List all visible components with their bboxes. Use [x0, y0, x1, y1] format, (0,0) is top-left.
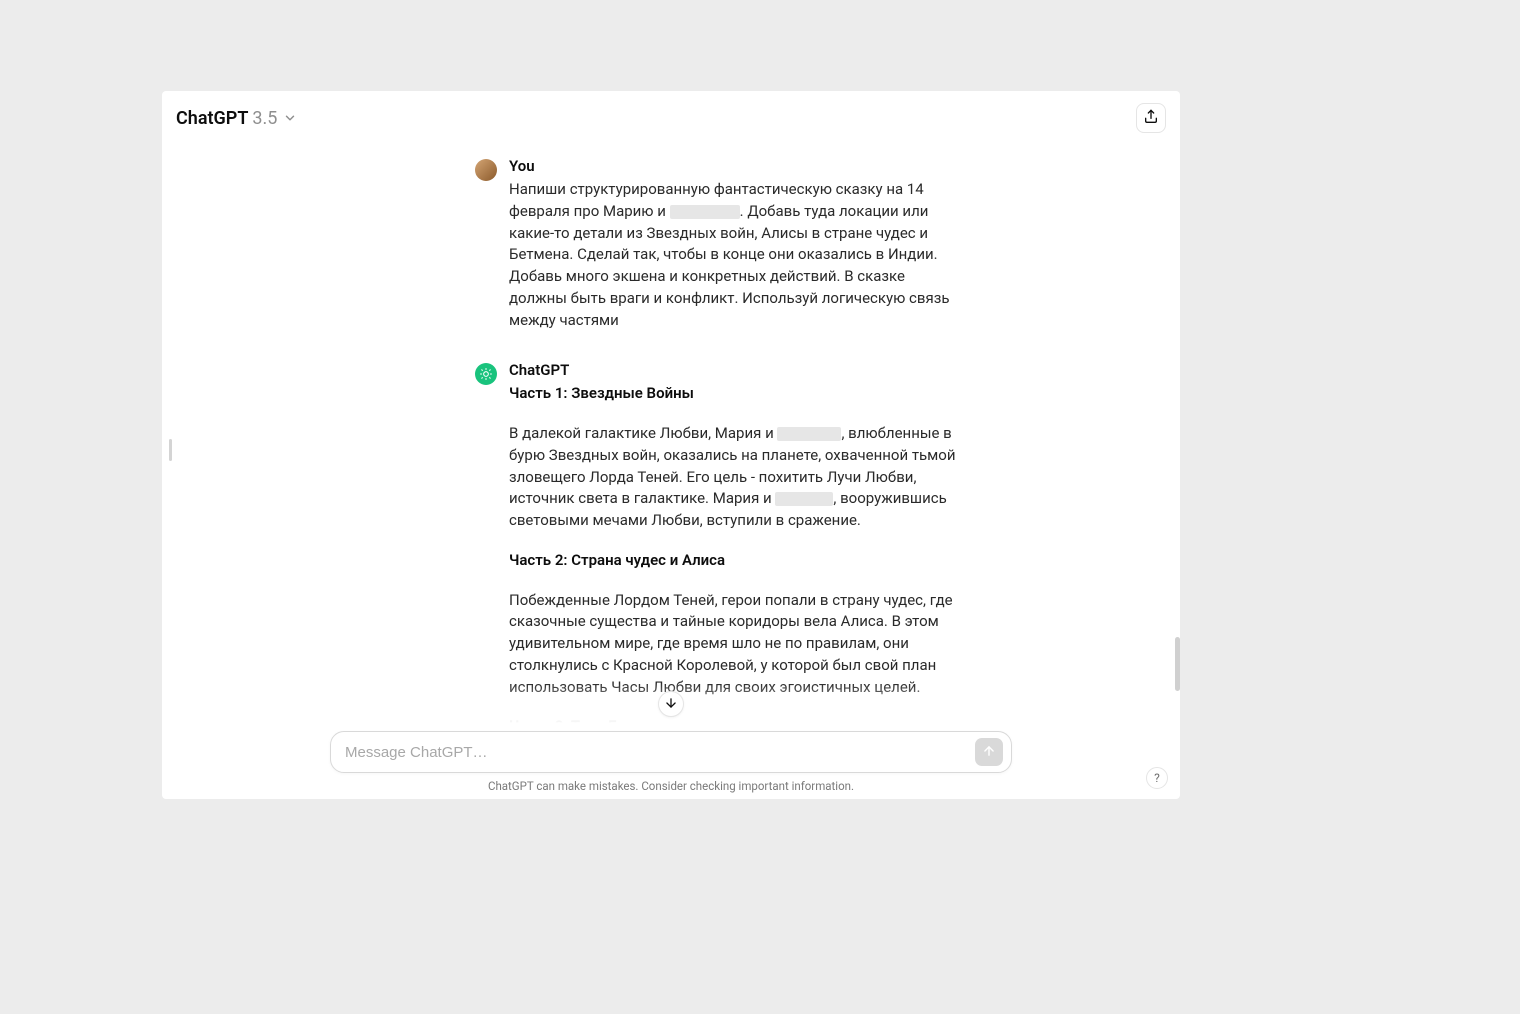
redacted-name: .	[777, 427, 841, 441]
redacted-name: .	[775, 492, 833, 506]
avatar-assistant	[475, 363, 497, 385]
chevron-down-icon	[283, 111, 297, 125]
message-assistant: ChatGPT Часть 1: Звездные Войны В далеко…	[301, 361, 1041, 723]
help-button[interactable]: ?	[1146, 767, 1168, 789]
app-frame: ChatGPT 3.5 You	[162, 91, 1180, 799]
model-version: 3.5	[252, 108, 277, 129]
send-button[interactable]	[975, 738, 1003, 766]
arrow-up-icon	[982, 743, 996, 762]
model-selector[interactable]: ChatGPT 3.5	[176, 108, 297, 129]
share-button[interactable]	[1136, 103, 1166, 133]
avatar-user	[475, 159, 497, 181]
composer	[330, 731, 1012, 773]
scrollbar-thumb[interactable]	[1175, 637, 1180, 691]
message-author-assistant: ChatGPT	[509, 361, 961, 379]
message-user: You Напиши структурированную фантастичес…	[301, 157, 1041, 331]
redacted-name: .	[670, 205, 740, 219]
chat-scroll[interactable]: You Напиши структурированную фантастичес…	[162, 143, 1180, 723]
section-para-1: В далекой галактике Любви, Мария и ., вл…	[509, 423, 961, 532]
arrow-down-icon	[664, 695, 678, 714]
disclaimer: ChatGPT can make mistakes. Consider chec…	[162, 773, 1180, 799]
section-heading-3: Часть 3: Тени Бетмена	[509, 716, 961, 723]
message-text-assistant: Часть 1: Звездные Войны В далекой галакт…	[509, 383, 961, 723]
composer-wrap	[162, 723, 1180, 773]
share-icon	[1143, 109, 1159, 128]
message-author-user: You	[509, 157, 961, 175]
model-name: ChatGPT	[176, 108, 248, 129]
help-label: ?	[1154, 771, 1160, 785]
section-heading-2: Часть 2: Страна чудес и Алиса	[509, 550, 961, 572]
section-para-2: Побежденные Лордом Теней, герои попали в…	[509, 590, 961, 699]
scroll-to-bottom-button[interactable]	[658, 691, 684, 717]
header: ChatGPT 3.5	[162, 91, 1180, 143]
message-text-user: Напиши структурированную фантастическую …	[509, 179, 961, 331]
section-heading-1: Часть 1: Звездные Войны	[509, 383, 961, 405]
message-input[interactable]	[345, 744, 975, 761]
